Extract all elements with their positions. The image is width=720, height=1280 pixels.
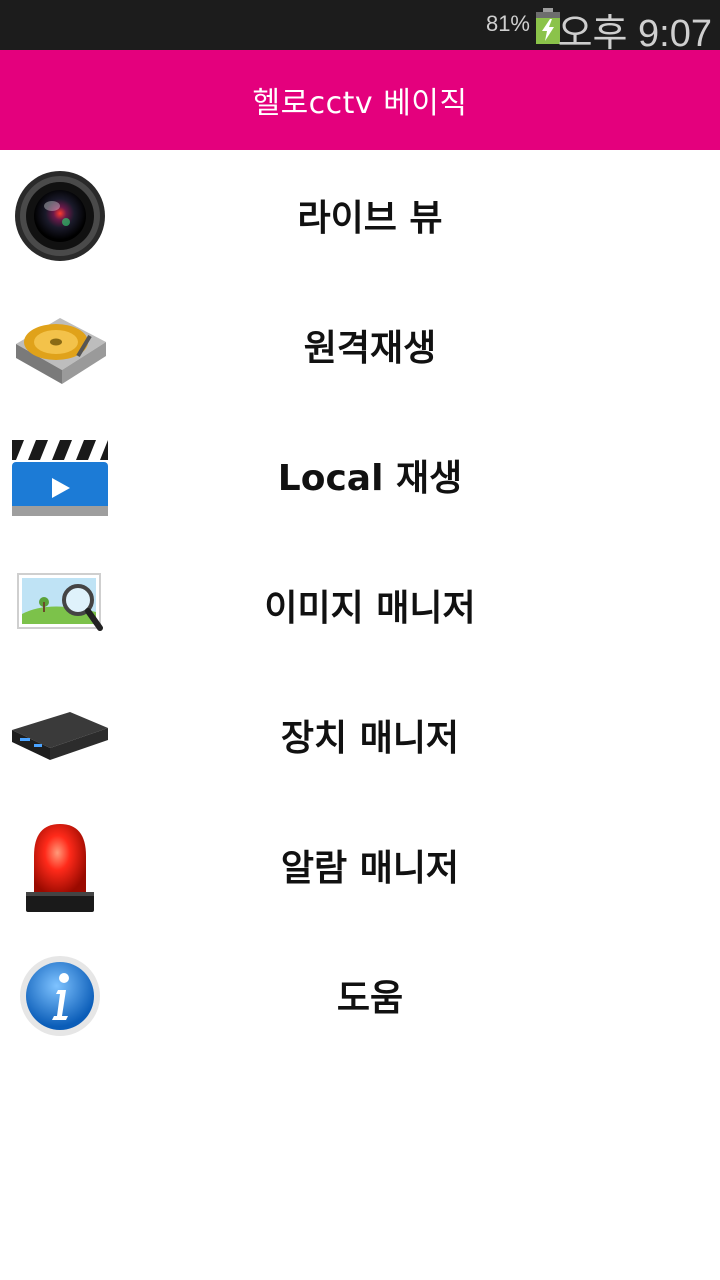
info-icon: [20, 956, 100, 1036]
hard-drive-icon: [16, 318, 106, 384]
menu-item-help[interactable]: 도움: [0, 930, 720, 1060]
menu-item-label: Local 재생: [277, 458, 463, 499]
menu-item-label: 장치 매니저: [280, 718, 460, 759]
dvr-device-icon: [12, 712, 108, 760]
menu-item-live-view[interactable]: 라이브 뷰: [0, 150, 720, 280]
main-menu: 라이브 뷰 원격재생 Local 재생 이미지 매니저 장치 매니저 알람 매니…: [0, 150, 720, 1060]
alarm-beacon-icon: [26, 824, 94, 912]
menu-item-image-manager[interactable]: 이미지 매니저: [0, 540, 720, 670]
menu-item-label: 라이브 뷰: [297, 198, 443, 239]
clapperboard-icon: [12, 440, 108, 516]
menu-item-local-playback[interactable]: Local 재생: [0, 410, 720, 540]
app-title: 헬로cctv 베이직: [252, 86, 468, 121]
app-bar: 헬로cctv 베이직: [0, 50, 720, 150]
camera-lens-icon: [15, 171, 105, 261]
menu-item-alarm-manager[interactable]: 알람 매니저: [0, 800, 720, 930]
clock: 오후 9:07: [557, 13, 712, 55]
image-search-icon: [17, 573, 103, 631]
menu-item-label: 이미지 매니저: [264, 588, 476, 629]
status-bar: 81% 오후 9:07: [0, 0, 720, 55]
menu-item-remote-playback[interactable]: 원격재생: [0, 280, 720, 410]
menu-item-label: 원격재생: [303, 328, 437, 369]
menu-item-device-manager[interactable]: 장치 매니저: [0, 670, 720, 800]
menu-item-label: 도움: [336, 978, 404, 1019]
battery-percent: 81%: [485, 11, 530, 36]
menu-item-label: 알람 매니저: [280, 848, 460, 889]
